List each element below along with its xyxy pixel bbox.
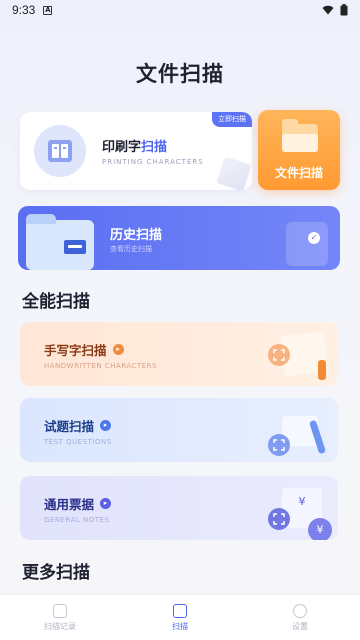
history-doc-decoration (286, 222, 328, 266)
status-time: 9:33 (12, 3, 36, 17)
test-subtitle: TEST QUESTIONS (44, 438, 112, 446)
records-icon (53, 603, 67, 618)
check-icon: ✓ (308, 232, 320, 244)
nav-item-settings[interactable]: 设置 (240, 595, 360, 640)
scan-frame-icon (268, 434, 290, 456)
wifi-icon (322, 5, 334, 15)
scan-now-badge: 立即扫描 (212, 112, 252, 127)
test-title: 试题扫描 (44, 419, 95, 434)
nav-label-scan: 扫描 (172, 621, 188, 631)
general-bills-card[interactable]: 通用票据 ▸ GENERAL NOTES ¥ ¥ (20, 476, 338, 540)
bottom-nav: 扫描记录 扫描 设置 (0, 594, 360, 640)
print-scan-subtitle: PRINTING CHARACTERS (102, 158, 204, 166)
scan-icon (173, 603, 187, 618)
notification-icon: A (43, 5, 53, 15)
handwritten-scan-card[interactable]: 手写字扫描 ▸ HANDWRITTEN CHARACTERS (20, 322, 338, 386)
history-scan-subtitle: 查看历史扫描 (110, 245, 152, 253)
print-scan-title-prefix: 印刷字 (102, 140, 142, 155)
arrow-right-icon: ▸ (100, 420, 112, 431)
section-all-scan-title: 全能扫描 (22, 292, 90, 312)
scan-frame-icon (268, 344, 290, 366)
folder-icon (282, 119, 318, 152)
yuan-coin-icon: ¥ (308, 518, 332, 540)
bill-subtitle: GENERAL NOTES (44, 516, 110, 524)
settings-icon (293, 603, 307, 618)
status-indicators (322, 4, 348, 16)
nav-label-settings: 设置 (292, 621, 308, 631)
print-scan-title-highlight: 扫描 (141, 140, 168, 155)
history-scan-title: 历史扫描 (110, 228, 163, 243)
scan-frame-icon (268, 508, 290, 530)
arrow-right-icon: ▸ (112, 344, 124, 355)
status-bar: 9:33 A (0, 0, 360, 20)
pen-decoration (318, 360, 326, 380)
print-scan-title: 印刷字扫描 (102, 136, 167, 155)
file-scan-card[interactable]: 文件扫描 (258, 110, 340, 190)
history-scan-card[interactable]: 历史扫描 查看历史扫描 ✓ (18, 206, 340, 270)
nav-label-records: 扫描记录 (44, 621, 76, 631)
bill-title-row: 通用票据 ▸ (44, 494, 112, 513)
bill-title: 通用票据 (44, 497, 95, 512)
test-title-row: 试题扫描 ▸ (44, 416, 112, 435)
test-questions-card[interactable]: 试题扫描 ▸ TEST QUESTIONS (20, 398, 338, 462)
section-more-scan-title: 更多扫描 (22, 563, 90, 583)
print-scan-card[interactable]: 立即扫描 印刷字扫描 PRINTING CHARACTERS (20, 112, 252, 190)
decorative-cube (216, 156, 252, 190)
battery-icon (340, 4, 348, 16)
id-card-icon (64, 240, 86, 254)
print-scan-icon (34, 125, 86, 177)
page-title: 文件扫描 (136, 62, 224, 86)
file-scan-label: 文件扫描 (274, 166, 323, 180)
nav-item-records[interactable]: 扫描记录 (0, 595, 120, 640)
handwritten-title: 手写字扫描 (44, 343, 107, 358)
nav-item-scan[interactable]: 扫描 (120, 595, 240, 640)
handwritten-title-row: 手写字扫描 ▸ (44, 340, 124, 359)
arrow-right-icon: ▸ (100, 498, 112, 509)
handwritten-subtitle: HANDWRITTEN CHARACTERS (44, 362, 157, 370)
